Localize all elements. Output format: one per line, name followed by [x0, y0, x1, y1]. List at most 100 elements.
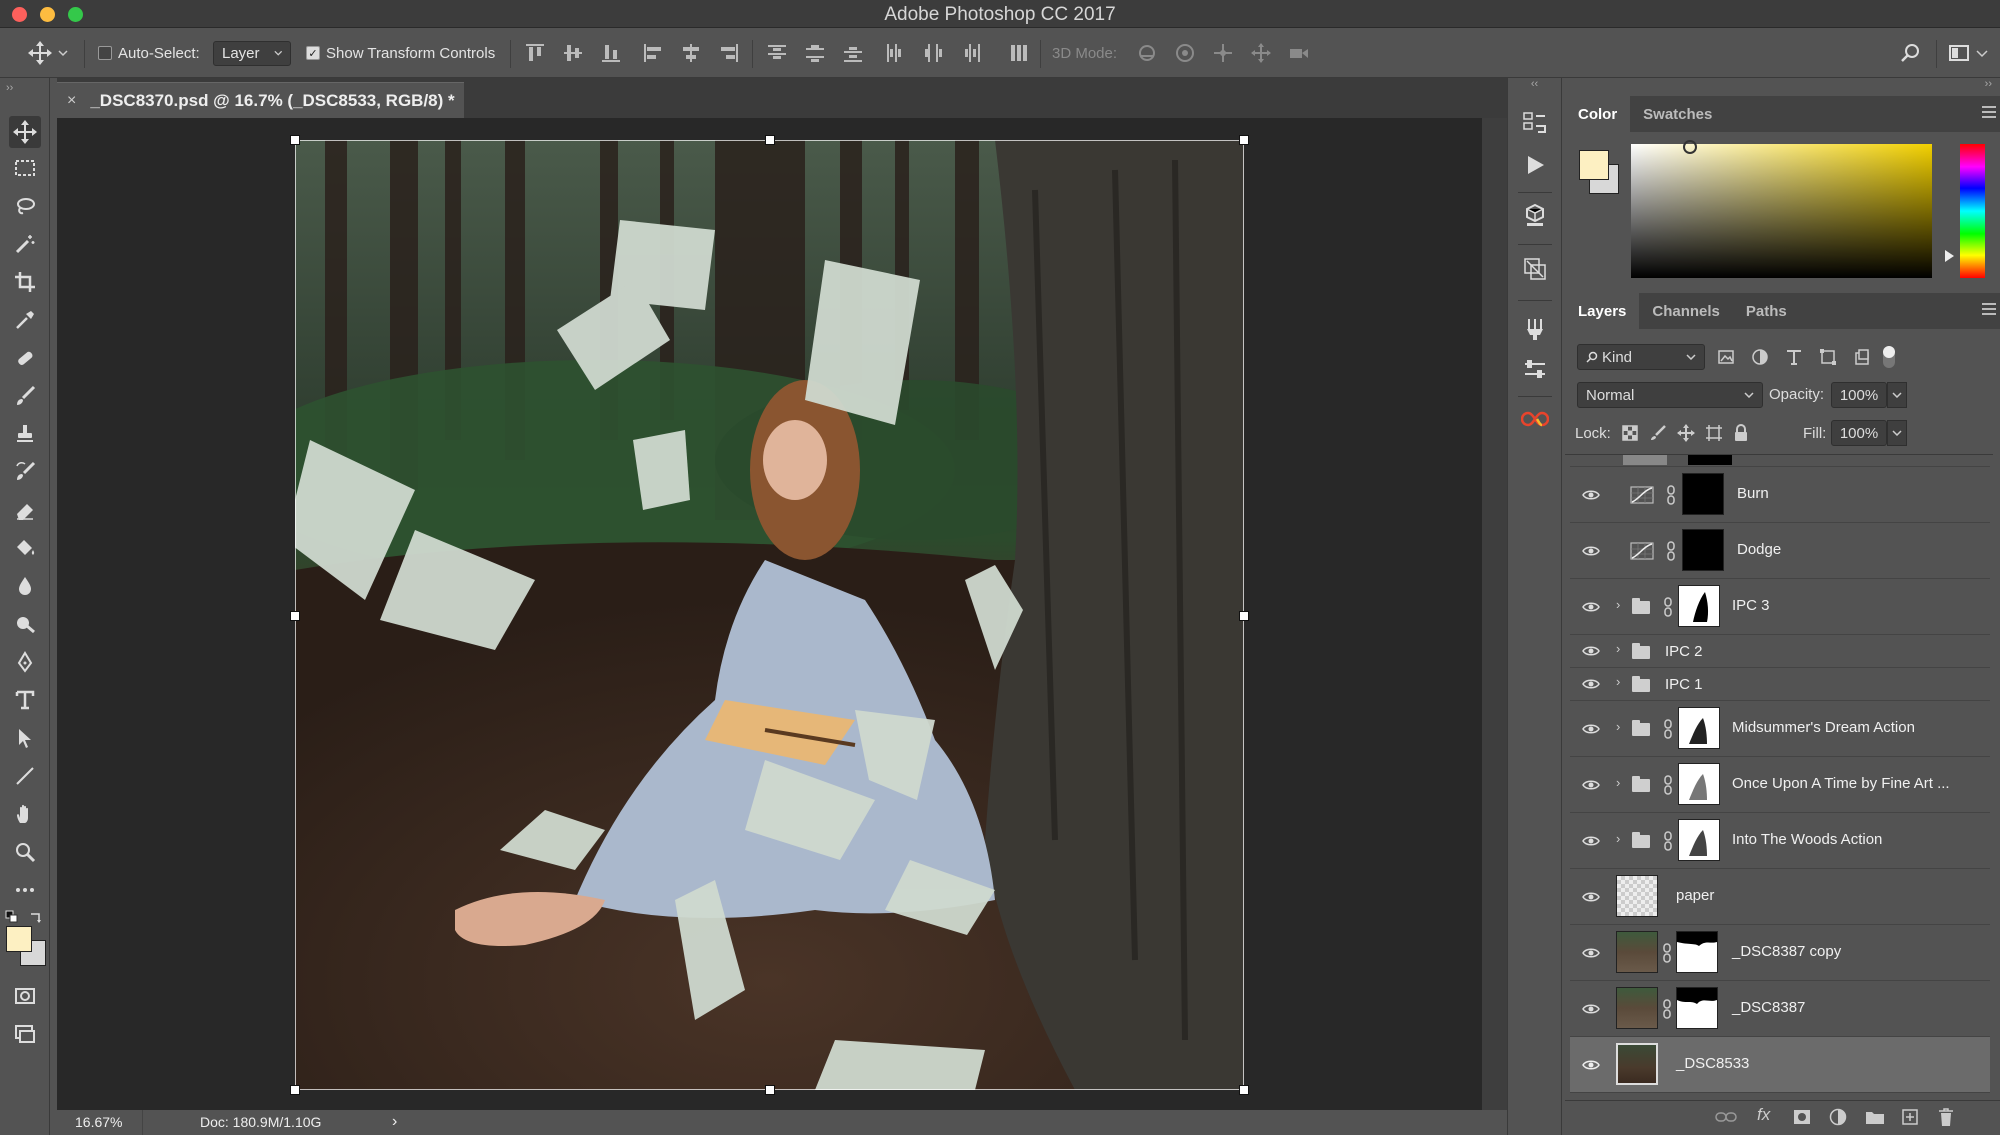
- layer-mask-thumbnail[interactable]: [1678, 707, 1720, 749]
- eraser-tool[interactable]: [9, 494, 41, 526]
- zoom-tool[interactable]: [9, 836, 41, 868]
- type-tool[interactable]: [9, 684, 41, 716]
- rectangular-marquee-tool[interactable]: [9, 152, 41, 184]
- layer-row[interactable]: Dodge: [1570, 523, 1990, 579]
- layer-row[interactable]: _DSC8387: [1570, 981, 1990, 1037]
- dodge-tool[interactable]: [9, 608, 41, 640]
- pen-tool[interactable]: [9, 646, 41, 678]
- layer-row[interactable]: › IPC 3: [1570, 579, 1990, 635]
- healing-brush-tool[interactable]: [9, 342, 41, 374]
- roll-3d-icon[interactable]: [1174, 42, 1196, 64]
- align-right-icon[interactable]: [718, 42, 740, 64]
- slide-3d-icon[interactable]: [1250, 42, 1272, 64]
- layers-list[interactable]: Burn Dodge › IPC 3 › IPC 2 › IPC 1 › Mid…: [1565, 454, 1993, 1100]
- panel-menu-icon[interactable]: [1982, 303, 1996, 315]
- eye-icon[interactable]: [1582, 601, 1600, 613]
- more-tools-button[interactable]: [9, 874, 41, 906]
- collapse-panels-icon[interactable]: ››: [1565, 78, 2000, 96]
- transform-handle[interactable]: [290, 135, 300, 145]
- delete-layer-icon[interactable]: [1937, 1107, 1955, 1127]
- tab-channels[interactable]: Channels: [1639, 293, 1733, 329]
- transform-handle[interactable]: [290, 611, 300, 621]
- tab-layers[interactable]: Layers: [1565, 293, 1640, 329]
- eye-icon[interactable]: [1582, 645, 1600, 657]
- layer-mask-thumbnail[interactable]: [1678, 763, 1720, 805]
- lasso-tool[interactable]: [9, 190, 41, 222]
- pan-3d-icon[interactable]: [1212, 42, 1234, 64]
- paint-bucket-tool[interactable]: [9, 532, 41, 564]
- layer-row[interactable]: › IPC 2: [1570, 635, 1990, 668]
- show-transform-option[interactable]: ✓ Show Transform Controls: [306, 28, 495, 78]
- color-panel-foreground-swatch[interactable]: [1579, 150, 1609, 180]
- eye-icon[interactable]: [1582, 891, 1600, 903]
- crop-tool[interactable]: [9, 266, 41, 298]
- align-vertical-center-icon[interactable]: [562, 42, 584, 64]
- eye-icon[interactable]: [1582, 779, 1600, 791]
- link-icon[interactable]: [1662, 943, 1672, 963]
- auto-select-checkbox[interactable]: [98, 46, 112, 60]
- auto-select-target-dropdown[interactable]: Layer: [213, 28, 291, 78]
- chevron-down-icon[interactable]: [1976, 50, 1988, 58]
- eye-icon[interactable]: [1582, 545, 1600, 557]
- link-icon[interactable]: [1666, 485, 1676, 505]
- align-left-icon[interactable]: [642, 42, 664, 64]
- link-icon[interactable]: [1663, 775, 1673, 795]
- eyedropper-tool[interactable]: [9, 304, 41, 336]
- collapse-toolbar-icon[interactable]: ››: [6, 82, 13, 94]
- align-top-icon[interactable]: [524, 42, 546, 64]
- eye-icon[interactable]: [1582, 1059, 1600, 1071]
- document-canvas-image[interactable]: [295, 140, 1244, 1090]
- lock-transparent-pixels-icon[interactable]: [1621, 424, 1639, 442]
- zoom-level[interactable]: 16.67%: [75, 1114, 122, 1130]
- line-tool[interactable]: [9, 760, 41, 792]
- distribute-left-icon[interactable]: [884, 42, 906, 64]
- history-panel-button[interactable]: [1520, 108, 1550, 138]
- layer-row-selected[interactable]: _DSC8533: [1570, 1037, 1990, 1093]
- layer-mask-thumbnail[interactable]: [1682, 529, 1724, 571]
- screen-mode-button[interactable]: [9, 1018, 41, 1050]
- hue-slider-pointer[interactable]: [1945, 250, 1954, 262]
- align-horizontal-center-icon[interactable]: [680, 42, 702, 64]
- eye-icon[interactable]: [1582, 835, 1600, 847]
- expand-group-icon[interactable]: ›: [1616, 597, 1620, 612]
- filter-shape-icon[interactable]: [1819, 348, 1837, 366]
- new-adjustment-layer-icon[interactable]: [1829, 1108, 1847, 1126]
- eye-icon[interactable]: [1582, 947, 1600, 959]
- creative-cloud-libraries-button[interactable]: [1520, 404, 1550, 434]
- scale-3d-icon[interactable]: [1288, 42, 1310, 64]
- lock-position-icon[interactable]: [1677, 424, 1695, 442]
- transform-handle[interactable]: [1239, 1085, 1249, 1095]
- filter-type-icon[interactable]: [1785, 348, 1803, 366]
- link-icon[interactable]: [1663, 719, 1673, 739]
- fx-icon[interactable]: fx: [1757, 1105, 1770, 1125]
- color-field-cursor[interactable]: [1683, 140, 1697, 154]
- transform-handle[interactable]: [1239, 611, 1249, 621]
- eye-icon[interactable]: [1582, 723, 1600, 735]
- hand-tool[interactable]: [9, 798, 41, 830]
- link-icon[interactable]: [1666, 541, 1676, 561]
- orbit-3d-icon[interactable]: [1136, 42, 1158, 64]
- new-group-icon[interactable]: [1865, 1109, 1885, 1125]
- tab-paths[interactable]: Paths: [1733, 293, 1800, 329]
- history-brush-tool[interactable]: [9, 456, 41, 488]
- show-transform-checkbox[interactable]: ✓: [306, 46, 320, 60]
- auto-select-option[interactable]: Auto-Select:: [98, 28, 200, 78]
- distribute-top-icon[interactable]: [766, 42, 788, 64]
- foreground-color-swatch[interactable]: [6, 926, 32, 952]
- layer-thumbnail[interactable]: [1616, 1043, 1658, 1085]
- opacity-input[interactable]: 100%: [1831, 382, 1887, 408]
- layer-mask-thumbnail[interactable]: [1678, 585, 1720, 627]
- distribute-bottom-icon[interactable]: [842, 42, 864, 64]
- transform-handle[interactable]: [290, 1085, 300, 1095]
- layer-thumbnail[interactable]: [1616, 987, 1658, 1029]
- blur-tool[interactable]: [9, 570, 41, 602]
- layer-row[interactable]: › IPC 1: [1570, 668, 1990, 701]
- layer-row-partial[interactable]: [1570, 455, 1990, 467]
- lock-image-pixels-icon[interactable]: [1649, 424, 1667, 442]
- actions-panel-button[interactable]: [1520, 150, 1550, 180]
- layer-thumbnail[interactable]: [1616, 875, 1658, 917]
- layer-thumbnail[interactable]: [1616, 931, 1658, 973]
- properties-panel-button[interactable]: [1520, 254, 1550, 284]
- layer-mask-thumbnail[interactable]: [1678, 819, 1720, 861]
- expand-group-icon[interactable]: ›: [1616, 674, 1620, 689]
